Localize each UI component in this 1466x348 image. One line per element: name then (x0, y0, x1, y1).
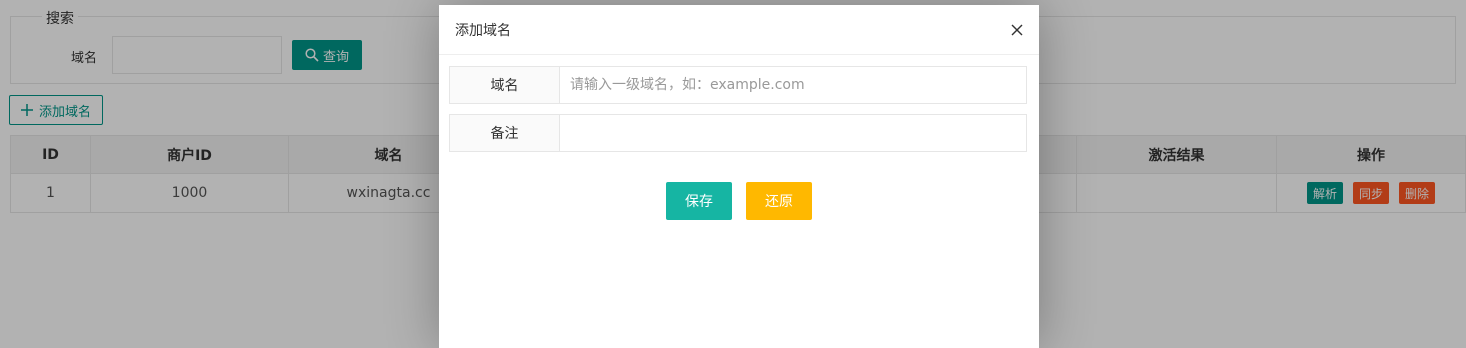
remark-form-row: 备注 (449, 114, 1027, 152)
domain-form-row: 域名 (449, 66, 1027, 104)
reset-button[interactable]: 还原 (746, 182, 812, 220)
remark-field[interactable] (560, 115, 1026, 151)
save-button[interactable]: 保存 (666, 182, 732, 220)
close-icon[interactable] (1009, 22, 1025, 38)
domain-field[interactable] (560, 67, 1026, 103)
dialog-title: 添加域名 (455, 22, 511, 39)
remark-field-label: 备注 (450, 115, 560, 151)
domain-field-label: 域名 (450, 67, 560, 103)
add-domain-dialog: 添加域名 域名 备注 保存 还原 (439, 5, 1039, 348)
dialog-header: 添加域名 (439, 5, 1039, 55)
